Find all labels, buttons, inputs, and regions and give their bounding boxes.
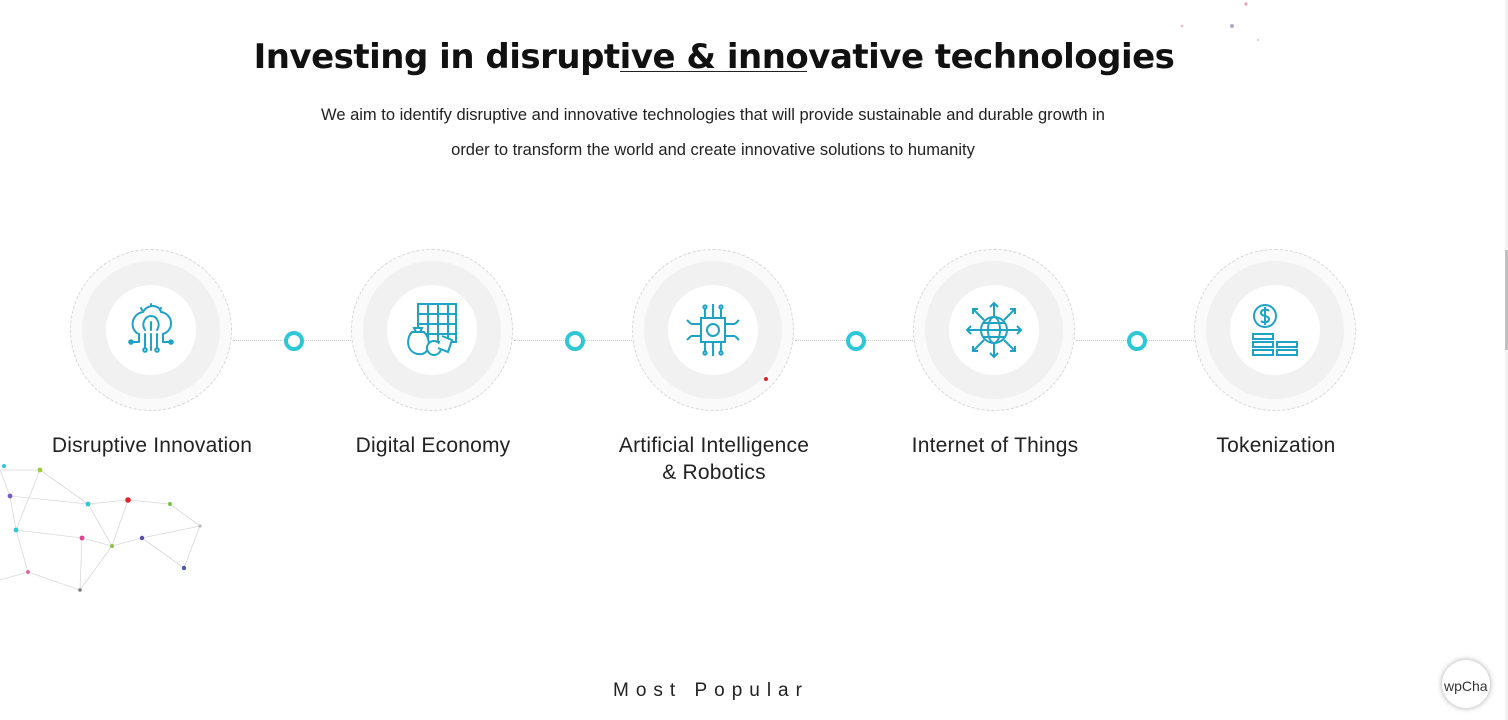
globe-arrows-icon [965, 301, 1023, 359]
chat-widget-button[interactable]: wpCha [1442, 660, 1490, 708]
connector-dot [1127, 331, 1147, 351]
intro-line-1: We aim to identify disruptive and innova… [321, 106, 1105, 124]
tech-digital-economy[interactable] [351, 249, 515, 413]
title-divider [620, 71, 807, 72]
connector-dot [846, 331, 866, 351]
chat-widget-alt-text: wpCha [1444, 678, 1488, 694]
section-intro: We aim to identify disruptive and innova… [280, 98, 1146, 168]
tech-tokenization[interactable] [1194, 249, 1358, 413]
coin-stack-icon [1252, 304, 1298, 356]
tech-disruptive-innovation[interactable] [70, 249, 234, 413]
most-popular-heading: Most Popular [613, 680, 809, 701]
tech-label: Tokenization [1216, 434, 1336, 457]
tech-label-line-2: & Robotics [662, 461, 766, 484]
tech-internet-of-things[interactable] [913, 249, 1077, 413]
network-decoration [0, 464, 202, 592]
connector-dot [284, 331, 304, 351]
red-dot-decoration [764, 377, 768, 381]
connector-dot [565, 331, 585, 351]
tech-label: Artificial Intelligence & Robotics [584, 432, 844, 486]
tech-ai-robotics[interactable] [632, 249, 796, 413]
chip-circuit-icon [686, 304, 740, 356]
tech-label: Internet of Things [911, 434, 1079, 457]
brain-circuit-icon [128, 303, 174, 353]
intro-line-2: order to transform the world and create … [451, 141, 975, 159]
money-grid-icon [407, 303, 457, 356]
tech-label: Disruptive Innovation [51, 434, 253, 457]
tech-label: Digital Economy [355, 434, 511, 457]
tech-label-line-1: Artificial Intelligence [618, 434, 810, 457]
